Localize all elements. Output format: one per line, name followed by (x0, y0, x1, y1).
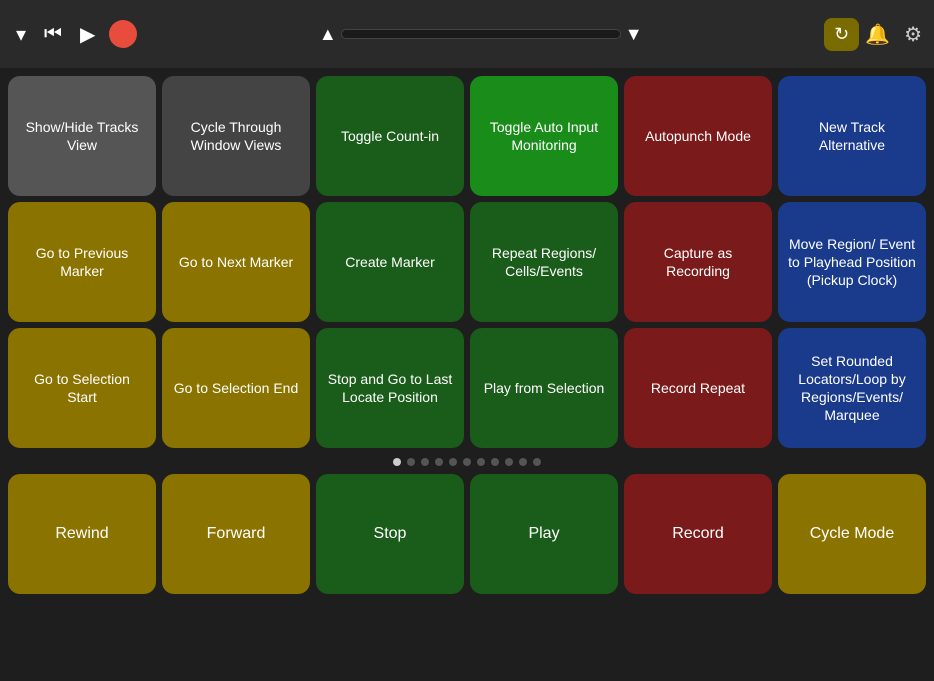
dot-4[interactable] (449, 458, 457, 466)
dot-7[interactable] (491, 458, 499, 466)
play-button[interactable]: ▶ (76, 18, 99, 51)
dots-row (0, 448, 934, 474)
grid-cell-r0-c3[interactable]: Toggle Auto Input Monitoring (470, 76, 618, 196)
top-bar: ▾ ⏮ ▶ ▲ ▼ ↻ 🔔 ⚙ (0, 0, 934, 68)
grid-cell-r0-c2[interactable]: Toggle Count-in (316, 76, 464, 196)
transport-cell-4[interactable]: Record (624, 474, 772, 594)
grid-cell-r1-c5[interactable]: Move Region/ Event to Playhead Position … (778, 202, 926, 322)
dot-9[interactable] (519, 458, 527, 466)
grid-cell-r2-c0[interactable]: Go to Selection Start (8, 328, 156, 448)
bottom-transport: RewindForwardStopPlayRecordCycle Mode (0, 474, 934, 602)
grid-cell-r0-c4[interactable]: Autopunch Mode (624, 76, 772, 196)
grid-cell-r2-c4[interactable]: Record Repeat (624, 328, 772, 448)
grid-cell-r2-c2[interactable]: Stop and Go to Last Locate Position (316, 328, 464, 448)
dot-6[interactable] (477, 458, 485, 466)
dot-8[interactable] (505, 458, 513, 466)
chevron-down-button[interactable]: ▼ (625, 24, 643, 45)
dot-1[interactable] (407, 458, 415, 466)
grid-cell-r2-c3[interactable]: Play from Selection (470, 328, 618, 448)
grid-cell-r1-c0[interactable]: Go to Previous Marker (8, 202, 156, 322)
grid-cell-r1-c2[interactable]: Create Marker (316, 202, 464, 322)
grid-cell-r0-c0[interactable]: Show/Hide Tracks View (8, 76, 156, 196)
transport-cell-5[interactable]: Cycle Mode (778, 474, 926, 594)
dot-2[interactable] (421, 458, 429, 466)
record-button[interactable] (109, 20, 137, 48)
metronome-button[interactable]: 🔔 (865, 22, 890, 47)
grid: Show/Hide Tracks ViewCycle Through Windo… (8, 76, 926, 448)
grid-cell-r2-c5[interactable]: Set Rounded Locators/Loop by Regions/Eve… (778, 328, 926, 448)
grid-cell-r2-c1[interactable]: Go to Selection End (162, 328, 310, 448)
dot-0 (393, 458, 401, 466)
dot-10[interactable] (533, 458, 541, 466)
transport-left: ▾ ⏮ ▶ (12, 18, 137, 51)
settings-button[interactable]: ⚙ (904, 22, 922, 47)
top-bar-controls: ↻ 🔔 ⚙ (824, 18, 922, 51)
grid-cell-r1-c4[interactable]: Capture as Recording (624, 202, 772, 322)
grid-cell-r1-c3[interactable]: Repeat Regions/ Cells/Events (470, 202, 618, 322)
grid-cell-r1-c1[interactable]: Go to Next Marker (162, 202, 310, 322)
grid-area: Show/Hide Tracks ViewCycle Through Windo… (0, 68, 934, 448)
transport-cell-0[interactable]: Rewind (8, 474, 156, 594)
dot-5[interactable] (463, 458, 471, 466)
dot-3[interactable] (435, 458, 443, 466)
cycle-button[interactable]: ↻ (824, 18, 859, 51)
rewind-to-start-button[interactable]: ⏮ (40, 19, 66, 50)
grid-cell-r0-c1[interactable]: Cycle Through Window Views (162, 76, 310, 196)
chevron-up-button[interactable]: ▲ (319, 24, 337, 45)
transport-cell-3[interactable]: Play (470, 474, 618, 594)
transport-cell-2[interactable]: Stop (316, 474, 464, 594)
position-display[interactable] (341, 29, 621, 39)
grid-cell-r0-c5[interactable]: New Track Alternative (778, 76, 926, 196)
dropdown-arrow[interactable]: ▾ (12, 18, 30, 51)
transport-cell-1[interactable]: Forward (162, 474, 310, 594)
